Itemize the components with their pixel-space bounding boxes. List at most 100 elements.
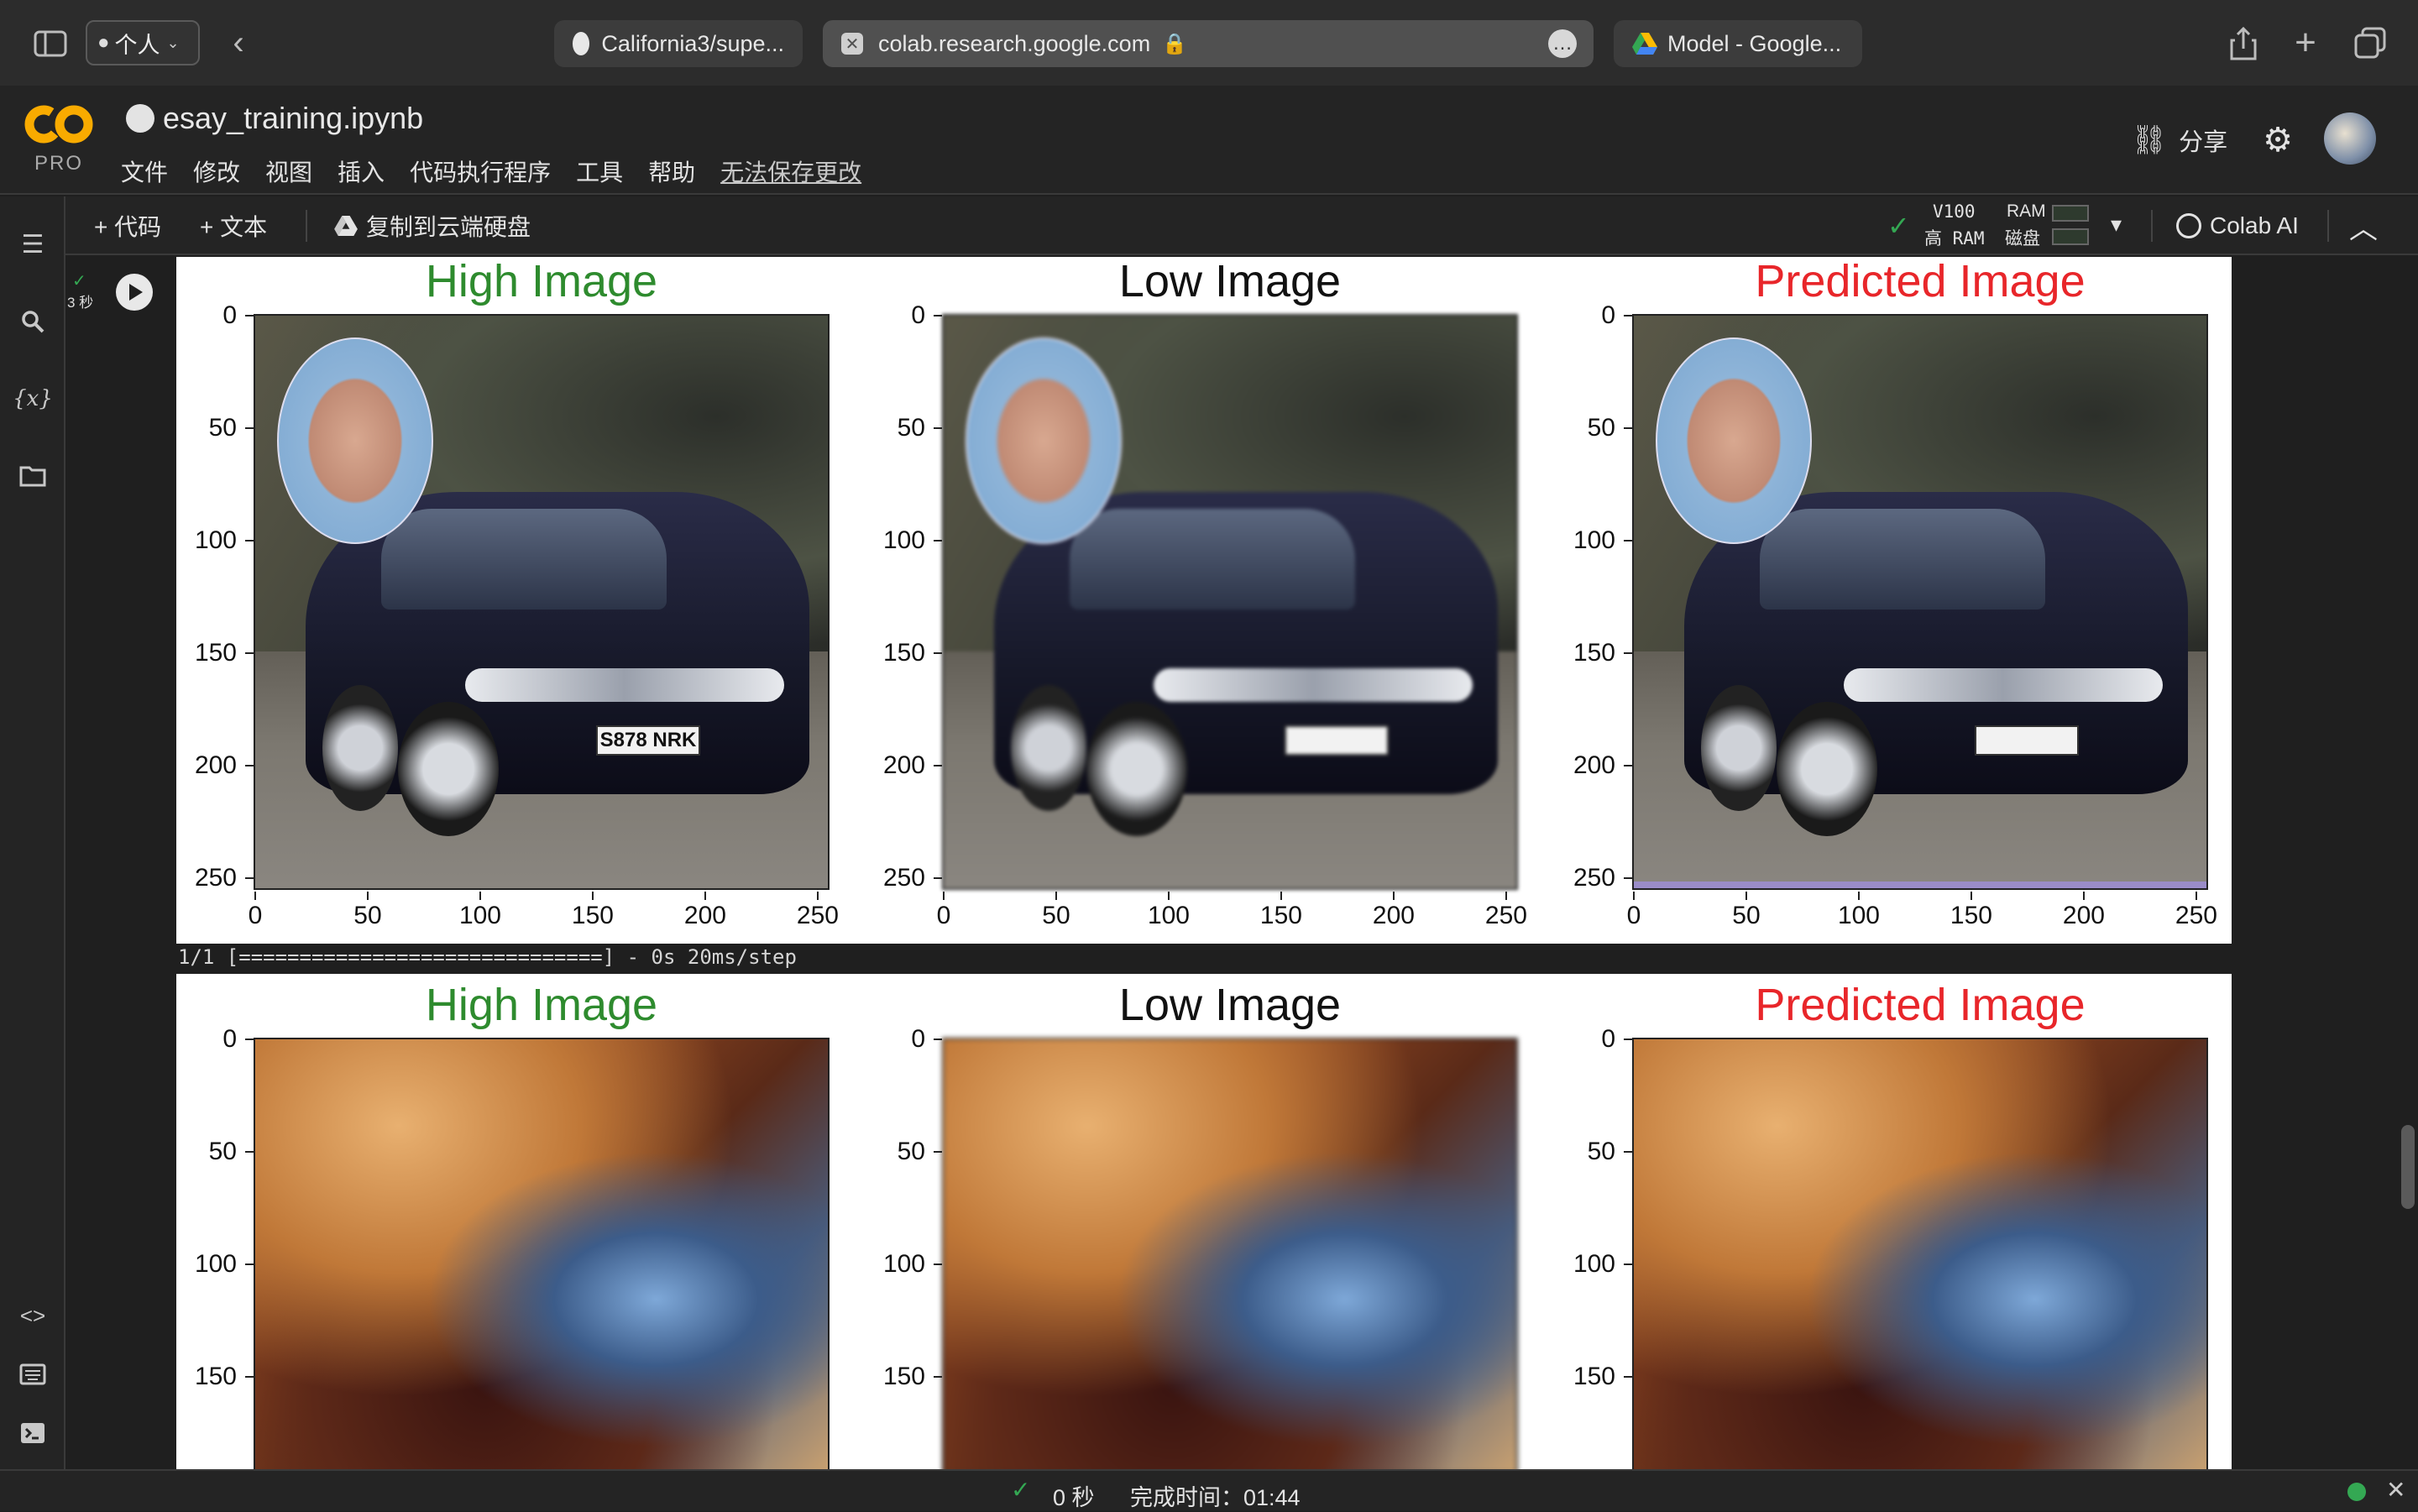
sidebar-toggle-icon[interactable] — [32, 27, 69, 60]
more-icon[interactable]: … — [1548, 29, 1577, 58]
scrollbar-thumb[interactable] — [2401, 1125, 2415, 1209]
y-tick-mark — [934, 315, 942, 317]
browser-tab-colab[interactable]: ✕ colab.research.google.com 🔒 … — [823, 20, 1594, 67]
x-tick-mark — [591, 892, 594, 900]
x-tick-label: 0 — [1626, 902, 1641, 929]
folder-icon[interactable] — [15, 458, 50, 494]
menu-file[interactable]: 文件 — [121, 154, 168, 188]
y-tick-label: 50 — [897, 1137, 925, 1165]
x-tick-mark — [1167, 892, 1170, 900]
profile-label: 个人 — [114, 32, 160, 58]
copy-to-drive-label: 复制到云端硬盘 — [366, 214, 531, 240]
browser-tab-drive[interactable]: Model - Google... — [1614, 20, 1862, 67]
x-tick-mark — [479, 892, 481, 900]
chevron-up-icon[interactable]: ︿ — [2349, 196, 2378, 255]
x-tick-mark — [1633, 892, 1635, 900]
runtime-status[interactable]: ✓ V100 高 RAM RAM 磁盘 ▾ — [1887, 201, 2223, 250]
run-cell-button[interactable] — [116, 274, 153, 311]
menu-bar: 文件 修改 视图 插入 代码执行程序 工具 帮助 无法保存更改 — [121, 154, 887, 188]
share-page-icon[interactable] — [2227, 25, 2260, 62]
disk-meter — [2052, 228, 2089, 245]
y-tick-mark — [934, 1375, 942, 1378]
new-tab-icon[interactable]: + — [2289, 22, 2322, 63]
close-icon[interactable]: ✕ — [2386, 1476, 2405, 1504]
menu-runtime[interactable]: 代码执行程序 — [410, 154, 551, 188]
y-tick-mark — [1624, 1375, 1632, 1378]
notebook-title[interactable]: esay_training.ipynb — [163, 101, 423, 136]
add-code-button[interactable]: + 代码 — [94, 196, 161, 255]
back-icon[interactable]: ‹ — [222, 24, 255, 61]
y-tick-label: 0 — [222, 301, 237, 329]
table-of-contents-icon[interactable]: ☰ — [15, 227, 50, 262]
check-icon: ✓ — [1011, 1477, 1031, 1503]
y-tick-mark — [245, 764, 254, 766]
y-tick-mark — [1624, 764, 1632, 766]
x-tick-label: 250 — [1484, 902, 1527, 929]
x-tick-mark — [366, 892, 369, 900]
figure1-title-low: Low Image — [1118, 257, 1342, 306]
x-tick-label: 50 — [1732, 902, 1761, 929]
y-tick-mark — [934, 539, 942, 541]
avatar[interactable] — [2324, 112, 2376, 165]
person-icon: ● — [97, 31, 110, 54]
y-tick-mark — [934, 764, 942, 766]
status-bar: ✓ 0 秒 完成时间：01:44 ✕ — [0, 1469, 2418, 1511]
menu-insert[interactable]: 插入 — [338, 154, 385, 188]
tab-url-label: colab.research.google.com — [878, 30, 1151, 56]
y-tick-mark — [1624, 651, 1632, 654]
figure1-title-high: High Image — [425, 257, 658, 306]
y-tick-label: 150 — [1573, 638, 1615, 667]
x-tick-mark — [816, 892, 819, 900]
share-button[interactable]: ⛓ 分享 — [2131, 123, 2227, 158]
y-tick-mark — [1624, 1263, 1632, 1265]
y-tick-mark — [245, 1150, 254, 1153]
y-tick-mark — [1624, 539, 1632, 541]
check-icon: ✓ — [1887, 211, 1910, 241]
copy-to-drive-button[interactable]: 复制到云端硬盘 — [334, 196, 531, 255]
variables-icon[interactable]: {x} — [13, 381, 53, 416]
y-tick-label: 150 — [194, 1362, 237, 1390]
colab-logo[interactable]: PRO — [24, 102, 94, 178]
y-tick-label: 100 — [194, 1249, 237, 1278]
colab-header: PRO esay_training.ipynb 文件 修改 视图 插入 代码执行… — [0, 86, 2418, 195]
unsaved-changes-link[interactable]: 无法保存更改 — [720, 154, 861, 188]
chevron-down-icon[interactable]: ▾ — [2111, 212, 2122, 238]
y-tick-label: 100 — [194, 526, 237, 554]
y-tick-label: 150 — [882, 1362, 925, 1390]
figure2-title-predicted: Predicted Image — [1755, 980, 2086, 1030]
connection-status-dot — [2347, 1483, 2366, 1501]
x-tick-label: 100 — [458, 902, 501, 929]
x-tick-label: 0 — [936, 902, 951, 929]
colab-close-icon[interactable]: ✕ — [841, 33, 863, 55]
x-tick-label: 150 — [571, 902, 614, 929]
google-drive-icon — [334, 216, 358, 236]
menu-tools[interactable]: 工具 — [576, 154, 623, 188]
terminal-icon[interactable] — [15, 1415, 50, 1451]
menu-view[interactable]: 视图 — [265, 154, 312, 188]
browser-tab-github[interactable]: California3/supe... — [554, 20, 803, 67]
code-snippets-icon[interactable]: <> — [15, 1298, 50, 1333]
predicted-image-car — [1632, 314, 2208, 890]
search-icon[interactable] — [15, 304, 50, 339]
menu-edit[interactable]: 修改 — [193, 154, 240, 188]
add-text-button[interactable]: + 文本 — [200, 196, 267, 255]
y-tick-mark — [1624, 426, 1632, 429]
y-tick-label: 100 — [882, 526, 925, 554]
y-tick-label: 0 — [911, 1025, 925, 1053]
y-tick-mark — [934, 426, 942, 429]
y-tick-mark — [245, 876, 254, 879]
x-tick-label: 250 — [796, 902, 839, 929]
menu-help[interactable]: 帮助 — [648, 154, 695, 188]
profile-button[interactable]: ● 个人 ⌄ — [86, 20, 200, 65]
high-image-nebula — [254, 1038, 830, 1469]
gear-icon[interactable]: ⚙ — [2258, 121, 2297, 160]
output-figure-2: High Image Low Image Predicted Image 0 50… — [176, 974, 2232, 1469]
tab-overview-icon[interactable] — [2353, 25, 2388, 60]
x-tick-mark — [1392, 892, 1395, 900]
colab-ai-button[interactable]: Colab AI — [2176, 196, 2299, 255]
y-tick-mark — [934, 1263, 942, 1265]
y-tick-label: 0 — [911, 301, 925, 329]
x-tick-mark — [254, 892, 256, 900]
command-palette-icon[interactable] — [15, 1357, 50, 1392]
notebook-scrollbar[interactable] — [2398, 257, 2418, 1469]
